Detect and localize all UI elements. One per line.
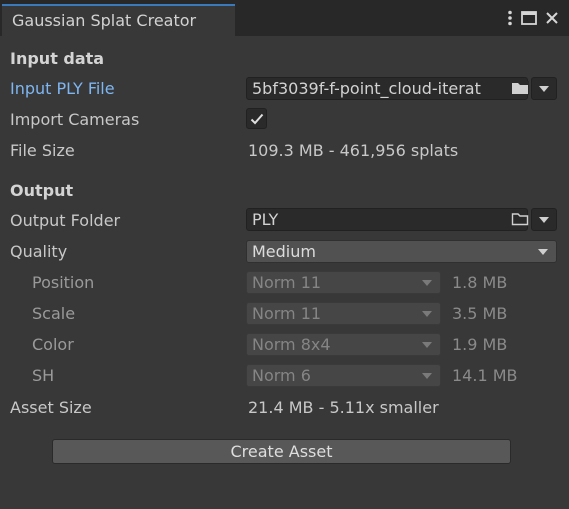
color-format-dropdown: Norm 8x4 xyxy=(246,333,441,356)
chevron-down-icon xyxy=(422,311,432,317)
chevron-down-icon xyxy=(422,342,432,348)
input-ply-file-dropdown[interactable] xyxy=(531,77,557,100)
asset-size-label: Asset Size xyxy=(10,398,92,417)
create-asset-button[interactable]: Create Asset xyxy=(52,439,511,464)
output-header: Output xyxy=(10,181,74,200)
input-ply-file-label: Input PLY File xyxy=(10,79,115,98)
import-cameras-checkbox[interactable] xyxy=(246,108,267,129)
position-format-dropdown: Norm 11 xyxy=(246,271,441,294)
sh-size: 14.1 MB xyxy=(452,366,518,385)
file-size-label: File Size xyxy=(10,141,75,160)
output-folder-value: PLY xyxy=(252,210,279,229)
scale-format-dropdown: Norm 11 xyxy=(246,302,441,325)
window-controls xyxy=(507,6,559,30)
output-folder-dropdown[interactable] xyxy=(531,208,557,231)
quality-label: Quality xyxy=(10,242,68,261)
scale-format-value: Norm 11 xyxy=(252,304,322,323)
chevron-down-icon xyxy=(422,280,432,286)
folder-outline-icon[interactable] xyxy=(511,212,529,226)
checkmark-icon xyxy=(250,113,263,124)
position-format-value: Norm 11 xyxy=(252,273,322,292)
chevron-down-icon xyxy=(539,85,549,92)
scale-size: 3.5 MB xyxy=(452,304,508,323)
tab-bar: Gaussian Splat Creator xyxy=(0,0,569,36)
close-icon[interactable] xyxy=(545,11,559,25)
output-folder-field[interactable]: PLY xyxy=(246,208,528,231)
import-cameras-label: Import Cameras xyxy=(10,110,140,129)
quality-dropdown[interactable]: Medium xyxy=(246,240,557,263)
color-label: Color xyxy=(32,335,74,354)
maximize-icon[interactable] xyxy=(521,11,537,25)
gaussian-splat-creator-window: Gaussian Splat Creator Input data Input … xyxy=(0,0,569,509)
file-size-value: 109.3 MB - 461,956 splats xyxy=(248,141,459,160)
position-label: Position xyxy=(32,273,95,292)
chevron-down-icon xyxy=(422,373,432,379)
input-ply-file-value: 5bf3039f-f-point_cloud-iterat xyxy=(252,79,481,98)
color-size: 1.9 MB xyxy=(452,335,508,354)
output-folder-label: Output Folder xyxy=(10,211,121,230)
chevron-down-icon xyxy=(539,216,549,223)
quality-value: Medium xyxy=(252,242,316,261)
sh-label: SH xyxy=(32,366,55,385)
color-format-value: Norm 8x4 xyxy=(252,335,331,354)
asset-size-value: 21.4 MB - 5.11x smaller xyxy=(248,398,439,417)
tab-gaussian-splat-creator[interactable]: Gaussian Splat Creator xyxy=(2,4,235,36)
input-ply-file-field[interactable]: 5bf3039f-f-point_cloud-iterat xyxy=(246,77,528,100)
scale-label: Scale xyxy=(32,304,76,323)
chevron-down-icon xyxy=(538,249,548,255)
position-size: 1.8 MB xyxy=(452,273,508,292)
more-vert-icon[interactable] xyxy=(507,10,513,26)
input-data-header: Input data xyxy=(10,49,105,68)
sh-format-dropdown: Norm 6 xyxy=(246,364,441,387)
sh-format-value: Norm 6 xyxy=(252,366,311,385)
folder-icon[interactable] xyxy=(509,81,529,95)
